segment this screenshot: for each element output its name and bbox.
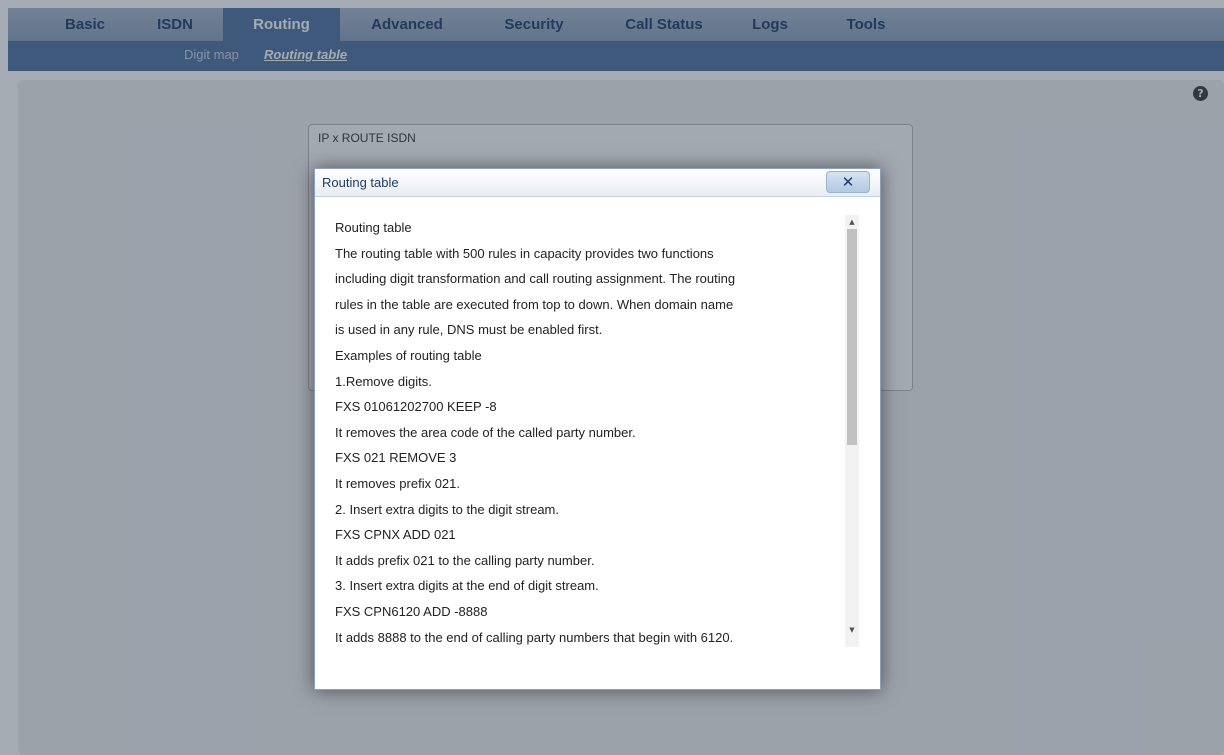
help-line: 2. Insert extra digits to the digit stre…	[335, 501, 559, 517]
help-line: 1.Remove digits.	[335, 373, 432, 389]
help-line: is used in any rule, DNS must be enabled…	[335, 322, 603, 338]
help-line: It adds prefix 021 to the calling party …	[335, 552, 595, 568]
dialog-scrollbar[interactable]: ▲ ▼	[845, 215, 859, 647]
help-line: FXS CPN6120 ADD -8888	[335, 603, 488, 619]
dialog-title: Routing table	[322, 175, 399, 190]
help-line: It removes prefix 021.	[335, 475, 460, 491]
help-line: The routing table with 500 rules in capa…	[335, 245, 714, 261]
scroll-down-icon[interactable]: ▼	[845, 623, 859, 637]
scroll-up-icon[interactable]: ▲	[845, 215, 859, 229]
dialog-help-text: Routing table The routing table with 500…	[335, 215, 843, 647]
help-line: It adds 8888 to the end of calling party…	[335, 629, 734, 645]
help-line: Examples of routing table	[335, 347, 482, 363]
help-line: rules in the table are executed from top…	[335, 296, 734, 312]
routing-table-dialog: Routing table ✕ Routing table The routin…	[314, 168, 881, 690]
help-line: It removes the area code of the called p…	[335, 424, 636, 440]
help-line: FXS 021 REMOVE 3	[335, 450, 457, 466]
help-line: including digit transformation and call …	[335, 271, 736, 287]
help-line: 3. Insert extra digits at the end of dig…	[335, 578, 599, 594]
help-line: FXS 01061202700 KEEP -8	[335, 399, 497, 415]
help-line: FXS CPNX ADD 021	[335, 527, 456, 543]
close-button[interactable]: ✕	[826, 171, 870, 193]
close-icon: ✕	[841, 173, 855, 191]
dialog-titlebar[interactable]: Routing table ✕	[315, 169, 880, 197]
scrollbar-thumb[interactable]	[847, 229, 857, 445]
help-line: Routing table	[335, 220, 412, 235]
